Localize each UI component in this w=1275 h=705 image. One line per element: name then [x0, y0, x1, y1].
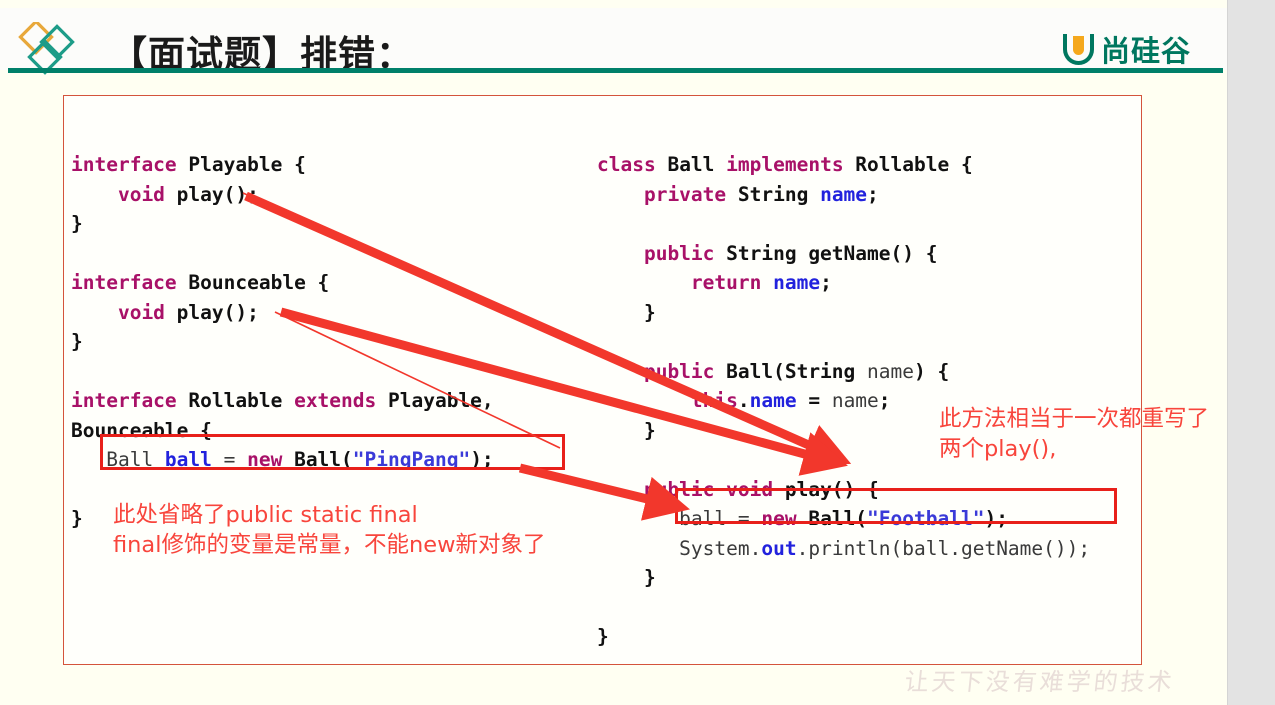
- code-token: void: [71, 182, 177, 206]
- code-token: Rollable: [188, 389, 295, 412]
- code-token: ;: [820, 271, 832, 294]
- code-token: .: [737, 389, 750, 412]
- header-divider: [8, 68, 1223, 73]
- code-token: interface: [71, 153, 189, 176]
- code-token: }: [597, 625, 609, 648]
- code-token: play();: [176, 182, 259, 206]
- code-token: public: [597, 241, 727, 265]
- code-token: class: [597, 153, 668, 176]
- code-token: extends: [294, 389, 388, 412]
- code-token: name: [867, 359, 914, 383]
- slide-stage: 【面试题】排错： 尚硅谷 interface Playable { void p…: [0, 0, 1275, 705]
- code-line: class Ball implements Rollable {: [597, 150, 1090, 180]
- code-line: interface Rollable extends Playable,: [71, 386, 494, 416]
- code-line: void play();: [71, 180, 494, 210]
- code-token: private: [597, 182, 738, 206]
- code-token: Ball(String: [726, 359, 868, 383]
- code-token: System.: [597, 536, 762, 560]
- code-line: public String getName() {: [597, 239, 1090, 269]
- annotation-right: 此方法相当于一次都重写了 两个play(),: [939, 406, 1210, 462]
- code-line: }: [71, 209, 494, 239]
- code-token: Bounceable {: [188, 271, 330, 294]
- code-token: Playable {: [188, 153, 306, 176]
- code-token: out: [761, 536, 797, 560]
- code-line: private String name;: [597, 180, 1090, 210]
- code-line: }: [71, 327, 494, 357]
- code-token: interface: [71, 271, 189, 294]
- code-line: }: [597, 622, 1090, 652]
- code-token: ) {: [914, 359, 950, 383]
- code-token: }: [71, 330, 83, 353]
- code-line: void play();: [71, 298, 494, 328]
- slide-sheet: 【面试题】排错： 尚硅谷 interface Playable { void p…: [0, 0, 1227, 705]
- code-token: name: [820, 182, 868, 206]
- code-token: this: [597, 389, 738, 412]
- slide-watermark: 让天下没有难学的技术: [903, 668, 1177, 696]
- pingpang-highlight-box: [100, 434, 565, 470]
- code-token: name: [831, 389, 879, 412]
- brand-logo: 尚硅谷: [1062, 28, 1191, 70]
- u-logo-icon: [1062, 33, 1094, 65]
- code-token: Rollable {: [855, 153, 973, 176]
- code-token: }: [597, 418, 656, 442]
- code-token: Playable,: [388, 389, 494, 412]
- code-token: }: [597, 300, 656, 324]
- code-token: ;: [878, 389, 891, 412]
- code-token: interface: [71, 389, 189, 412]
- code-token: name: [773, 271, 821, 294]
- code-token: }: [71, 212, 83, 235]
- code-line: }: [597, 563, 1090, 593]
- code-line: interface Playable {: [71, 150, 494, 180]
- code-line: return name;: [597, 268, 1090, 298]
- code-token: Ball: [667, 153, 727, 176]
- code-token: implements: [726, 153, 856, 176]
- slide-header: 【面试题】排错： 尚硅谷: [0, 8, 1227, 76]
- code-token: name: [749, 389, 809, 412]
- football-highlight-box: [675, 488, 1117, 524]
- code-token: String getName() {: [726, 241, 938, 265]
- code-block-right: class Ball implements Rollable { private…: [597, 150, 1090, 652]
- code-token: ;: [867, 182, 879, 206]
- code-line: }: [597, 298, 1090, 328]
- code-line: System.out.println(ball.getName());: [597, 534, 1090, 564]
- code-token: play();: [176, 300, 259, 324]
- code-token: return: [597, 271, 774, 294]
- code-line: interface Bounceable {: [71, 268, 494, 298]
- code-token: }: [71, 507, 83, 530]
- code-token: String: [737, 182, 821, 206]
- code-line: public Ball(String name) {: [597, 357, 1090, 387]
- brand-name: 尚硅谷: [1100, 34, 1191, 68]
- code-token: .println(ball.getName());: [796, 536, 1091, 560]
- code-token: public: [597, 359, 727, 383]
- code-token: void: [71, 300, 177, 324]
- annotation-left: 此处省略了public static final final修饰的变量是常量，不…: [113, 502, 546, 558]
- code-block-left: interface Playable { void play();} inter…: [71, 150, 494, 534]
- code-token: }: [597, 566, 656, 589]
- code-token: =: [808, 389, 832, 412]
